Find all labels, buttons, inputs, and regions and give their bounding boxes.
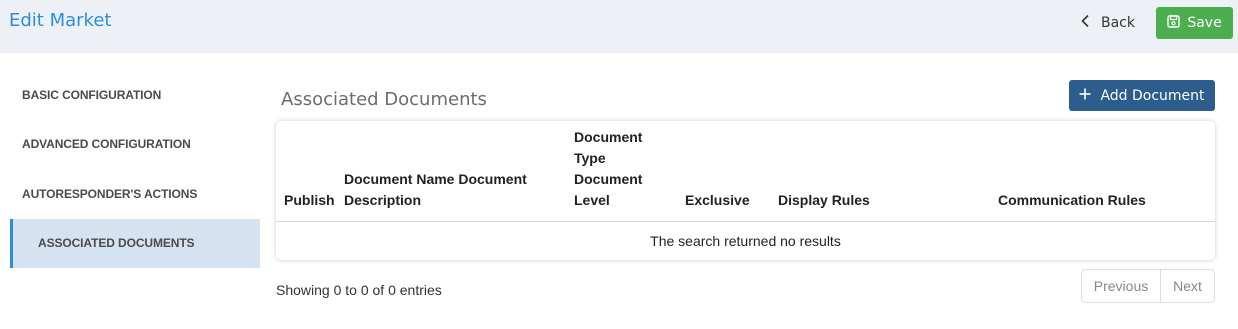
sidebar-item-advanced-configuration[interactable]: ADVANCED CONFIGURATION	[10, 120, 260, 170]
previous-page-button[interactable]: Previous	[1082, 270, 1161, 302]
section-title: Associated Documents	[281, 89, 487, 110]
sidebar-item-associated-documents[interactable]: ASSOCIATED DOCUMENTS	[10, 218, 260, 268]
add-document-button[interactable]: Add Document	[1069, 80, 1215, 111]
sidebar-item-label: AUTORESPONDER'S ACTIONS	[22, 186, 198, 201]
sidebar-nav: BASIC CONFIGURATION ADVANCED CONFIGURATI…	[10, 70, 260, 268]
column-header-publish[interactable]: Publish	[284, 190, 335, 211]
column-header-communication-rules[interactable]: Communication Rules	[998, 190, 1146, 211]
next-page-button[interactable]: Next	[1161, 270, 1214, 302]
column-header-document-type[interactable]: Document Type Document Level	[574, 127, 654, 211]
save-label: Save	[1187, 15, 1222, 31]
column-header-exclusive[interactable]: Exclusive	[685, 190, 750, 211]
column-header-display-rules[interactable]: Display Rules	[778, 190, 870, 211]
plus-icon	[1079, 88, 1091, 104]
empty-table-message: The search returned no results	[650, 233, 841, 249]
chevron-left-icon	[1080, 14, 1092, 32]
page-title: Edit Market	[9, 10, 112, 31]
back-button[interactable]: Back	[1080, 8, 1135, 38]
sidebar-item-label: ADVANCED CONFIGURATION	[22, 137, 191, 152]
column-header-document-name[interactable]: Document Name Document Description	[344, 169, 554, 211]
header-divider	[276, 221, 1215, 222]
back-label: Back	[1101, 15, 1135, 31]
pagination: Previous Next	[1081, 269, 1215, 303]
add-document-label: Add Document	[1100, 87, 1205, 104]
sidebar-item-basic-configuration[interactable]: BASIC CONFIGURATION	[10, 70, 260, 120]
documents-table: Publish Document Name Document Descripti…	[276, 121, 1215, 260]
sidebar-item-label: BASIC CONFIGURATION	[22, 87, 162, 102]
sidebar-item-autoresponders-actions[interactable]: AUTORESPONDER'S ACTIONS	[10, 169, 260, 219]
floppy-disk-icon	[1167, 14, 1181, 32]
sidebar-item-label: ASSOCIATED DOCUMENTS	[38, 236, 195, 251]
table-info: Showing 0 to 0 of 0 entries	[276, 282, 442, 298]
save-button[interactable]: Save	[1156, 7, 1233, 39]
top-bar: Edit Market Back Save	[0, 0, 1238, 53]
